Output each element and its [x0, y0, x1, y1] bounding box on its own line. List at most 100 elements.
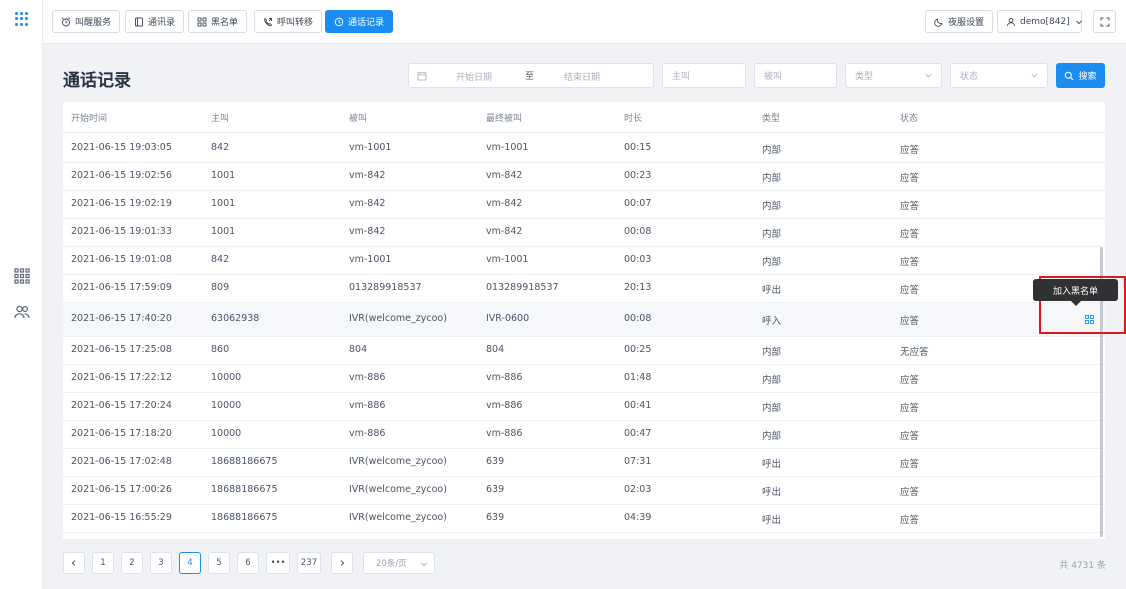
table-row[interactable]: 2021-06-15 17:20:24 10000 vm-886 vm-886 00:4…	[63, 393, 1105, 421]
column-header-final-callee: 最终被叫	[486, 114, 523, 124]
cell-final-callee: vm-886	[486, 372, 523, 383]
user-menu-button[interactable]: demo[842]	[997, 10, 1082, 33]
app-logo-icon[interactable]	[15, 12, 29, 26]
table-row[interactable]: 2021-06-15 17:40:20 63062938 IVR(welcome_z…	[63, 303, 1105, 337]
calendar-icon	[417, 71, 427, 81]
user-name: demo[842]	[1020, 16, 1070, 27]
cell-status: 应答	[900, 515, 920, 526]
cell-type: 内部	[762, 173, 782, 184]
table-row[interactable]: 2021-06-15 17:18:20 10000 vm-886 vm-886 00:4…	[63, 421, 1105, 449]
chevron-left-icon	[71, 560, 76, 566]
call-records-table: 开始时间 主叫 被叫 最终被叫 时长 类型 状态 2021-06-15 19:0…	[63, 102, 1105, 539]
start-date-placeholder[interactable]: 开始日期	[456, 70, 492, 83]
cell-start-time: 2021-06-15 17:00:26	[71, 484, 172, 495]
fullscreen-button[interactable]	[1093, 10, 1116, 33]
cell-final-callee: vm-1001	[486, 142, 529, 153]
cell-caller: 18688186675	[211, 512, 278, 523]
cell-callee: IVR(welcome_zycoo)	[349, 512, 447, 523]
user-icon	[1007, 17, 1015, 26]
more-pages-button[interactable]: •••	[266, 552, 290, 574]
cell-caller: 63062938	[211, 313, 260, 324]
caller-input[interactable]: 主叫	[662, 63, 746, 88]
table-row[interactable]: 2021-06-15 19:02:56 1001 vm-842 vm-842 00:23…	[63, 163, 1105, 191]
date-range-picker[interactable]: 开始日期 至 结束日期	[408, 63, 654, 88]
cell-duration: 00:08	[624, 313, 652, 324]
end-date-placeholder[interactable]: 结束日期	[564, 70, 600, 83]
table-row[interactable]: 2021-06-15 17:22:12 10000 vm-886 vm-886 01:4…	[63, 365, 1105, 393]
page-button[interactable]: 5	[208, 552, 230, 574]
page-button[interactable]: 4	[179, 552, 201, 574]
cell-type: 呼入	[762, 316, 782, 327]
chevron-down-icon	[925, 73, 932, 78]
call-forward-button[interactable]: 呼叫转移	[254, 10, 323, 33]
page-size-select[interactable]: 20条/页	[363, 552, 435, 574]
contacts-book-icon	[135, 17, 143, 26]
status-select[interactable]: 状态	[950, 63, 1048, 88]
cell-type: 内部	[762, 347, 782, 358]
type-select[interactable]: 类型	[845, 63, 942, 88]
cell-type: 内部	[762, 257, 782, 268]
cell-start-time: 2021-06-15 17:25:08	[71, 344, 172, 355]
column-header-callee: 被叫	[349, 114, 368, 124]
table-row[interactable]: 2021-06-15 17:00:26 18688186675 IVR(welcom…	[63, 477, 1105, 505]
cell-start-time: 2021-06-15 19:01:33	[71, 226, 172, 237]
cell-duration: 00:08	[624, 226, 652, 237]
page-button[interactable]: 3	[150, 552, 172, 574]
callee-input[interactable]: 被叫	[754, 63, 837, 88]
cell-type: 内部	[762, 229, 782, 240]
cell-status: 应答	[900, 375, 920, 386]
date-separator: 至	[525, 72, 535, 82]
cell-caller: 10000	[211, 372, 242, 383]
cell-callee: IVR(welcome_zycoo)	[349, 484, 447, 495]
page-button[interactable]: 2	[121, 552, 143, 574]
users-icon[interactable]	[14, 304, 30, 320]
type-placeholder: 类型	[855, 72, 874, 82]
table-row[interactable]: 2021-06-15 19:03:05 842 vm-1001 vm-1001 00:1…	[63, 135, 1105, 163]
page-button[interactable]: 6	[237, 552, 259, 574]
wakeup-service-button[interactable]: 叫醒服务	[52, 10, 121, 33]
cell-status: 应答	[900, 229, 920, 240]
chevron-down-icon	[421, 562, 427, 567]
cell-status: 应答	[900, 257, 920, 268]
cell-status: 应答	[900, 285, 920, 296]
blocklist-button[interactable]: 黑名单	[188, 10, 248, 33]
cell-start-time: 2021-06-15 19:02:56	[71, 170, 172, 181]
table-row[interactable]: 2021-06-15 17:02:48 18688186675 IVR(welcom…	[63, 449, 1105, 477]
call-records-button[interactable]: 通话记录	[325, 10, 394, 33]
cell-status: 应答	[900, 403, 920, 414]
cell-type: 内部	[762, 145, 782, 156]
cell-type: 内部	[762, 403, 782, 414]
table-row[interactable]: 2021-06-15 17:59:09 809 013289918537 013289…	[63, 275, 1105, 303]
night-mode-button[interactable]: 夜服设置	[925, 10, 994, 33]
cell-caller: 18688186675	[211, 456, 278, 467]
cell-duration: 00:41	[624, 400, 652, 411]
add-to-blocklist-tooltip: 加入黑名单	[1033, 279, 1118, 306]
page-button[interactable]: 237	[297, 552, 321, 574]
cell-final-callee: vm-1001	[486, 254, 529, 265]
cell-callee: vm-842	[349, 170, 386, 181]
table-row[interactable]: 2021-06-15 19:01:33 1001 vm-842 vm-842 00:08…	[63, 219, 1105, 247]
cell-callee: vm-842	[349, 226, 386, 237]
contacts-button[interactable]: 通讯录	[125, 10, 185, 33]
cell-final-callee: 804	[486, 344, 505, 355]
prev-page-button[interactable]	[63, 552, 85, 574]
cell-duration: 00:03	[624, 254, 652, 265]
table-row[interactable]: 2021-06-15 17:25:08 860 804 804 00:25 内部 无应答	[63, 337, 1105, 365]
table-row[interactable]: 2021-06-15 19:02:19 1001 vm-842 vm-842 00:07…	[63, 191, 1105, 219]
search-icon	[1065, 71, 1074, 80]
cell-type: 呼出	[762, 285, 782, 296]
next-page-button[interactable]	[331, 552, 353, 574]
table-row[interactable]: 2021-06-15 19:01:08 842 vm-1001 vm-1001 00:0…	[63, 247, 1105, 275]
cell-start-time: 2021-06-15 19:02:19	[71, 198, 172, 209]
search-button[interactable]: 搜索	[1056, 63, 1105, 88]
cell-duration: 00:15	[624, 142, 652, 153]
cell-duration: 20:13	[624, 282, 652, 293]
column-header-duration: 时长	[624, 114, 643, 124]
alarm-clock-icon	[61, 16, 71, 26]
cell-callee: vm-886	[349, 372, 386, 383]
cell-status: 应答	[900, 431, 920, 442]
apps-grid-icon[interactable]	[14, 268, 30, 284]
main-panel: 通话记录 开始日期 至 结束日期 主叫 被叫 类型 状态 搜索 开始时间 主叫 …	[43, 44, 1126, 589]
page-button[interactable]: 1	[92, 552, 114, 574]
table-row[interactable]: 2021-06-15 16:55:29 18688186675 IVR(welcom…	[63, 505, 1105, 533]
